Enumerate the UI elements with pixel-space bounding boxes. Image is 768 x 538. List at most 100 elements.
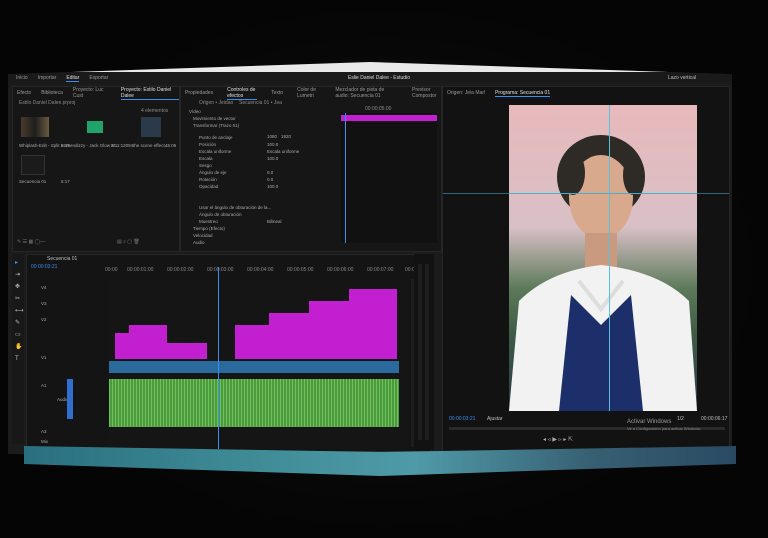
- track-label[interactable]: Mix: [41, 439, 48, 444]
- ruler-tick: 00:00:04:00: [247, 267, 274, 273]
- checkbox-label[interactable]: Escala uniforme: [267, 149, 299, 154]
- prop-row[interactable]: Punto de anclaje: [199, 135, 233, 140]
- item-name[interactable]: the scene effect...: [133, 143, 168, 148]
- tab-exportar[interactable]: Exportar: [89, 75, 108, 81]
- title-clip[interactable]: [235, 325, 269, 359]
- value[interactable]: 0.0: [267, 170, 273, 175]
- prop-row[interactable]: Muestreo: [199, 219, 218, 224]
- prop-row[interactable]: Movimiento de vector: [193, 116, 236, 121]
- title-clip[interactable]: [115, 333, 167, 359]
- track-label[interactable]: V3: [41, 301, 47, 306]
- track-label[interactable]: A1: [41, 383, 47, 388]
- track-label[interactable]: V4: [41, 285, 47, 290]
- track-select-icon[interactable]: ⇥: [15, 272, 20, 278]
- value[interactable]: 1920: [281, 134, 291, 139]
- value[interactable]: 0.0: [267, 177, 273, 182]
- title-clip[interactable]: [167, 343, 207, 359]
- meter-left: [418, 264, 422, 440]
- watermark-title: Activar Windows: [627, 419, 672, 425]
- video-clip[interactable]: [109, 361, 399, 373]
- title-clip[interactable]: [129, 325, 167, 333]
- tab-biblioteca[interactable]: Biblioteca: [41, 90, 63, 96]
- keyframe-area[interactable]: [341, 113, 437, 243]
- tab-proyecto-estilo[interactable]: Proyecto: Estilo Daniel Dalee: [120, 87, 179, 100]
- tab-editar[interactable]: Editar: [66, 75, 80, 82]
- tab-propiedades[interactable]: Propiedades: [185, 90, 213, 96]
- pen-icon[interactable]: ✎: [15, 320, 20, 326]
- value[interactable]: 100.0: [267, 142, 278, 147]
- timeline-tab[interactable]: Secuencia 01: [47, 257, 77, 262]
- program-timecode[interactable]: 00:00:03:21: [449, 417, 475, 422]
- value[interactable]: 1080: [267, 134, 277, 139]
- tab-origen[interactable]: Origen: Jeia Marl: [447, 90, 485, 96]
- tracks-area[interactable]: [107, 279, 407, 449]
- value[interactable]: 100.0: [267, 156, 278, 161]
- selection-tool-icon[interactable]: ▸: [15, 260, 18, 266]
- tab-inicio[interactable]: Inicio: [16, 75, 28, 81]
- tab-controles-efectos[interactable]: Controles de efectos: [227, 87, 258, 100]
- timeline-playhead[interactable]: [218, 267, 219, 449]
- timeline-ruler[interactable]: 00:00 00:00:01:00 00:00:02:00 00:00:03:0…: [105, 267, 431, 275]
- tab-programa[interactable]: Programa: Secuencia 01: [495, 90, 551, 97]
- transport-controls[interactable]: ◂ ◃ ▶ ▹ ▸ ⇱: [543, 437, 573, 443]
- ec-playhead[interactable]: [345, 113, 346, 243]
- bilinear-select[interactable]: Bilineal: [267, 219, 282, 224]
- tab-texto[interactable]: Texto: [271, 90, 283, 96]
- prop-row[interactable]: Escala uniforme: [199, 149, 231, 154]
- tab-efecto[interactable]: Efecto: [17, 90, 31, 96]
- ec-source[interactable]: Origen • Jeidao: [199, 101, 233, 106]
- prop-row[interactable]: Tiempo (Efecto): [193, 226, 225, 231]
- prop-row[interactable]: Ángulo de eje: [199, 170, 227, 175]
- prop-row[interactable]: Rotación: [199, 177, 217, 182]
- video-frame[interactable]: [509, 105, 697, 411]
- tab-previsor[interactable]: Previsor Compostor: [412, 87, 441, 99]
- track-label[interactable]: A3: [41, 429, 47, 434]
- clip-thumbnail[interactable]: [141, 117, 161, 137]
- tools-panel: ▸ ⇥ ✥ ✂ ⟷ ✎ ▭ ✋ T: [12, 254, 24, 444]
- audio-clip[interactable]: [109, 379, 399, 427]
- prop-row[interactable]: Usar el ángulo de obturación de la...: [199, 205, 271, 210]
- property-list: Vídeo Movimiento de vector Transformar (…: [189, 109, 339, 249]
- workspace-label[interactable]: Lazo vertical: [668, 76, 696, 81]
- sequence-thumbnail[interactable]: [21, 155, 45, 175]
- title-clip[interactable]: [269, 313, 309, 359]
- prop-row: Audio: [193, 240, 205, 245]
- fit-select[interactable]: Ajustar: [487, 417, 503, 422]
- audio-source-patch[interactable]: [67, 379, 73, 419]
- doc-title: Eslie Daniel Dalee - Estudio: [348, 75, 410, 81]
- tab-proyecto-luc[interactable]: Proyecto: Luc Cust: [73, 87, 111, 99]
- prop-row[interactable]: Posición: [199, 142, 216, 147]
- track-label[interactable]: V2: [41, 317, 47, 322]
- ec-sequence[interactable]: Secuencia 01 • Jea: [239, 101, 282, 106]
- razor-icon[interactable]: ✂: [15, 296, 20, 302]
- rectangle-icon[interactable]: ▭: [15, 332, 21, 338]
- prop-row[interactable]: Sesgo: [199, 163, 212, 168]
- item-duration: 2:11:12094: [111, 143, 134, 148]
- tab-mezclador[interactable]: Mezclador de pista de audio: Secuencia 0…: [335, 87, 398, 99]
- sequence-thumbnail[interactable]: [87, 121, 103, 133]
- item-name[interactable]: Secuencia 01: [19, 179, 46, 184]
- value[interactable]: 100.0: [267, 184, 278, 189]
- pencil-icon[interactable]: ✎ ☰ ▦ ◯—: [17, 240, 45, 245]
- track-label[interactable]: V1: [41, 355, 47, 360]
- tab-importar[interactable]: Importar: [38, 75, 57, 81]
- prop-row[interactable]: Velocidad: [193, 233, 213, 238]
- timeline-timecode[interactable]: 00:00:03:21: [31, 265, 57, 270]
- guide-line-horizontal[interactable]: [443, 193, 729, 194]
- title-clip[interactable]: [309, 301, 349, 359]
- prop-row[interactable]: Escala: [199, 156, 213, 161]
- prop-row[interactable]: Ángulo de obturación: [199, 212, 242, 217]
- clip-thumbnail[interactable]: [21, 117, 49, 137]
- new-item-icon[interactable]: ▤ ⌕ ▢ 🗑: [117, 240, 140, 245]
- title-clip[interactable]: [349, 289, 397, 359]
- type-icon[interactable]: T: [15, 356, 19, 362]
- prop-row[interactable]: Transformar (Trazo 01): [193, 123, 239, 128]
- hand-icon[interactable]: ✋: [15, 344, 22, 350]
- guide-line-vertical[interactable]: [609, 105, 610, 411]
- quality-select[interactable]: 1/2: [677, 417, 684, 422]
- tab-lumetri[interactable]: Color de Lumetri: [297, 87, 321, 99]
- ripple-edit-icon[interactable]: ✥: [15, 284, 20, 290]
- prop-row[interactable]: Opacidad: [199, 184, 218, 189]
- ruler-tick: 00:00:03:00: [207, 267, 234, 273]
- slip-icon[interactable]: ⟷: [15, 308, 24, 314]
